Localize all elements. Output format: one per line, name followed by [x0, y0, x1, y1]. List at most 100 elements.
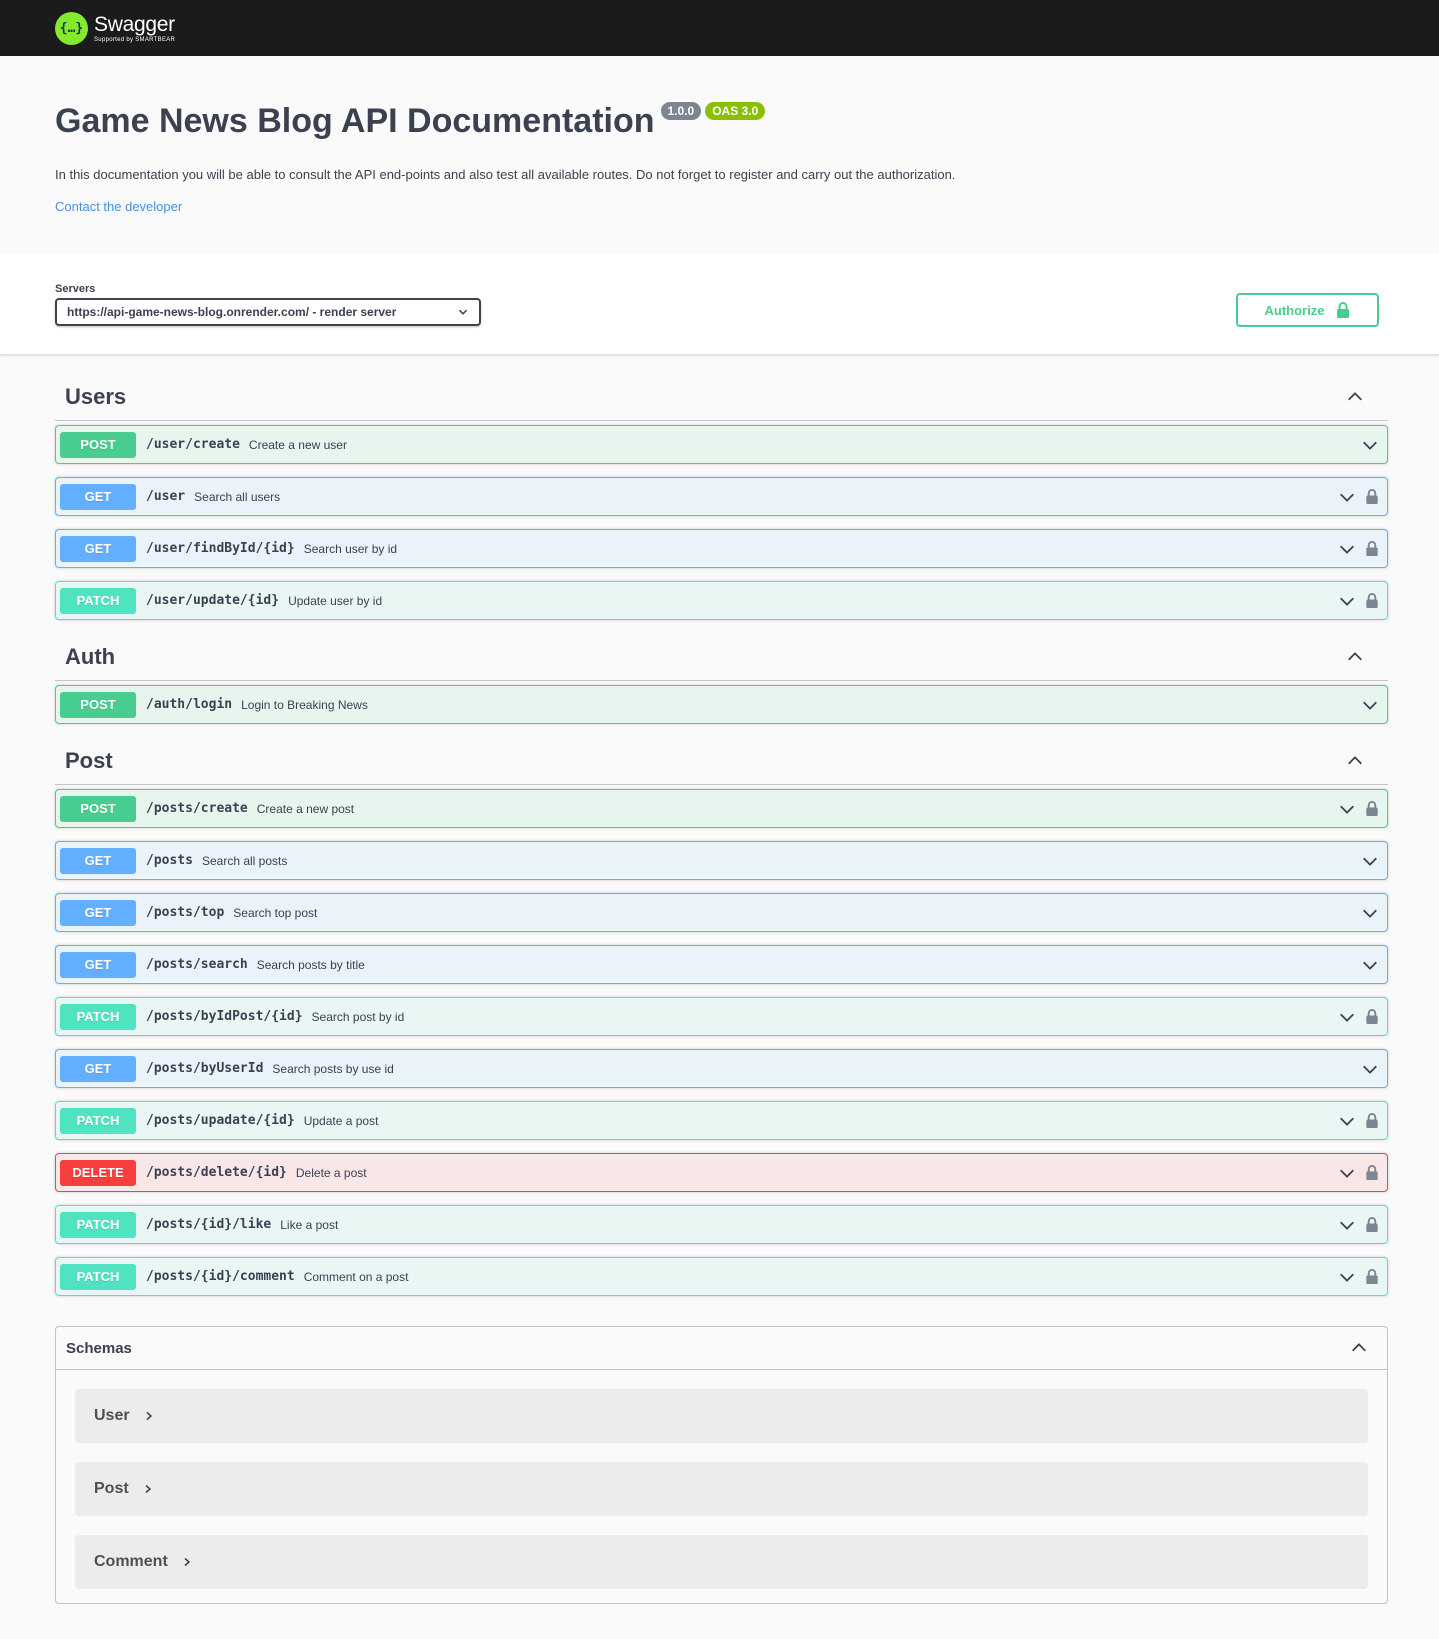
swagger-logo[interactable]: {…} Swagger Supported by SMARTBEAR [55, 11, 176, 45]
chevron-down-icon[interactable] [1338, 1216, 1356, 1234]
operation-row[interactable]: POST/user/create Create a new user [55, 425, 1388, 464]
tag-header[interactable]: Users [55, 373, 1388, 421]
topbar: {…} Swagger Supported by SMARTBEAR [0, 0, 1439, 56]
server-select[interactable]: https://api-game-news-blog.onrender.com/… [55, 298, 481, 326]
operation-path: /posts/byUserId [146, 1061, 264, 1076]
tag-name: Post [65, 747, 113, 773]
chevron-right-icon [184, 1557, 190, 1567]
method-badge: DELETE [60, 1159, 136, 1186]
page-title: Game News Blog API Documentation [55, 102, 655, 140]
operation-path: /posts/delete/{id} [146, 1165, 287, 1180]
operation-row[interactable]: PATCH/posts/{id}/like Like a post [55, 1205, 1388, 1244]
chevron-down-icon[interactable] [1361, 696, 1379, 714]
lock-icon[interactable] [1365, 592, 1379, 609]
tag-header[interactable]: Auth [55, 633, 1388, 681]
method-badge: GET [60, 951, 136, 978]
chevron-down-icon[interactable] [1338, 1268, 1356, 1286]
chevron-down-icon[interactable] [1338, 1008, 1356, 1026]
chevron-down-icon[interactable] [1361, 904, 1379, 922]
server-select-value: https://api-game-news-blog.onrender.com/… [67, 305, 397, 319]
tag-header[interactable]: Post [55, 737, 1388, 785]
operation-path: /posts/create [146, 801, 248, 816]
operation-row[interactable]: PATCH/posts/{id}/comment Comment on a pos… [55, 1257, 1388, 1296]
brand-sub: Supported by SMARTBEAR [94, 36, 176, 43]
chevron-up-icon [1348, 755, 1362, 764]
chevron-down-icon[interactable] [1361, 436, 1379, 454]
schemas-header[interactable]: Schemas [56, 1327, 1387, 1370]
chevron-down-icon[interactable] [1338, 540, 1356, 558]
chevron-up-icon [1352, 1343, 1366, 1352]
authorize-button[interactable]: Authorize [1236, 293, 1379, 327]
schema-model[interactable]: Post [75, 1462, 1368, 1516]
operation-path: /user/create [146, 437, 240, 452]
lock-icon[interactable] [1365, 1216, 1379, 1233]
operation-path: /user/update/{id} [146, 593, 280, 608]
lock-icon[interactable] [1365, 1164, 1379, 1181]
operation-row[interactable]: GET/posts/top Search top post [55, 893, 1388, 932]
operation-row[interactable]: DELETE/posts/delete/{id} Delete a post [55, 1153, 1388, 1192]
operation-summary: Delete a post [295, 1165, 367, 1180]
operation-row[interactable]: GET/user/findById/{id} Search user by id [55, 529, 1388, 568]
brand-name: Swagger [94, 12, 175, 36]
tag-name: Auth [65, 643, 116, 669]
lock-icon[interactable] [1365, 800, 1379, 817]
method-badge: PATCH [60, 587, 136, 614]
contact-link[interactable]: Contact the developer [55, 199, 1384, 214]
operation-summary: Update user by id [288, 593, 383, 608]
chevron-down-icon[interactable] [1338, 1112, 1356, 1130]
info-section: Game News Blog API Documentation 1.0.0 O… [0, 56, 1439, 253]
chevron-down-icon[interactable] [1361, 852, 1379, 870]
operation-summary: Create a new post [256, 801, 355, 816]
schema-model[interactable]: Comment [75, 1535, 1368, 1589]
chevron-down-icon[interactable] [1361, 1060, 1379, 1078]
method-badge: GET [60, 1055, 136, 1082]
tag-section-auth: Auth POST/auth/login Login to Breaking New… [55, 633, 1388, 724]
lock-icon[interactable] [1365, 1008, 1379, 1025]
schema-model-name: Comment [94, 1553, 168, 1570]
chevron-right-icon [145, 1484, 151, 1494]
chevron-down-icon[interactable] [1338, 800, 1356, 818]
method-badge: PATCH [60, 1211, 136, 1238]
operation-summary: Search all users [194, 489, 281, 504]
operation-summary: Update a post [303, 1113, 379, 1128]
method-badge: PATCH [60, 1263, 136, 1290]
method-badge: PATCH [60, 1003, 136, 1030]
method-badge: GET [60, 899, 136, 926]
operation-path: /posts/byIdPost/{id} [146, 1009, 303, 1024]
operation-row[interactable]: GET/user Search all users [55, 477, 1388, 516]
method-badge: POST [60, 691, 136, 718]
servers-label: Servers [55, 283, 96, 295]
authorize-label: Authorize [1264, 302, 1325, 318]
operation-summary: Search post by id [311, 1009, 405, 1024]
chevron-down-icon[interactable] [1338, 488, 1356, 506]
schema-model[interactable]: User [75, 1389, 1368, 1443]
operation-summary: Search user by id [303, 541, 398, 556]
operation-row[interactable]: GET/posts/search Search posts by title [55, 945, 1388, 984]
swagger-logo-icon: {…} [55, 11, 88, 45]
operation-row[interactable]: GET/posts/byUserId Search posts by use id [55, 1049, 1388, 1088]
chevron-down-icon[interactable] [1338, 1164, 1356, 1182]
operation-summary: Login to Breaking News [241, 697, 368, 712]
operation-row[interactable]: GET/posts Search all posts [55, 841, 1388, 880]
operation-summary: Search top post [233, 905, 318, 920]
operation-row[interactable]: POST/posts/create Create a new post [55, 789, 1388, 828]
operation-path: /posts [146, 853, 193, 868]
lock-icon[interactable] [1365, 540, 1379, 557]
chevron-up-icon [1348, 391, 1362, 400]
version-badge: 1.0.0 [660, 102, 702, 120]
method-badge: GET [60, 483, 136, 510]
chevron-down-icon[interactable] [1338, 592, 1356, 610]
operation-row[interactable]: POST/auth/login Login to Breaking News [55, 685, 1388, 724]
operation-row[interactable]: PATCH/posts/upadate/{id} Update a post [55, 1101, 1388, 1140]
operation-row[interactable]: PATCH/posts/byIdPost/{id} Search post by … [55, 997, 1388, 1036]
api-description: In this documentation you will be able t… [55, 167, 956, 182]
operation-summary: Search posts by title [256, 957, 365, 972]
chevron-down-icon[interactable] [1361, 956, 1379, 974]
lock-icon[interactable] [1365, 1112, 1379, 1129]
operation-row[interactable]: PATCH/user/update/{id} Update user by id [55, 581, 1388, 620]
schema-model-name: User [94, 1407, 130, 1424]
operation-path: /user [146, 489, 186, 504]
lock-icon[interactable] [1365, 1268, 1379, 1285]
lock-icon[interactable] [1365, 488, 1379, 505]
schemas-title: Schemas [66, 1339, 132, 1357]
